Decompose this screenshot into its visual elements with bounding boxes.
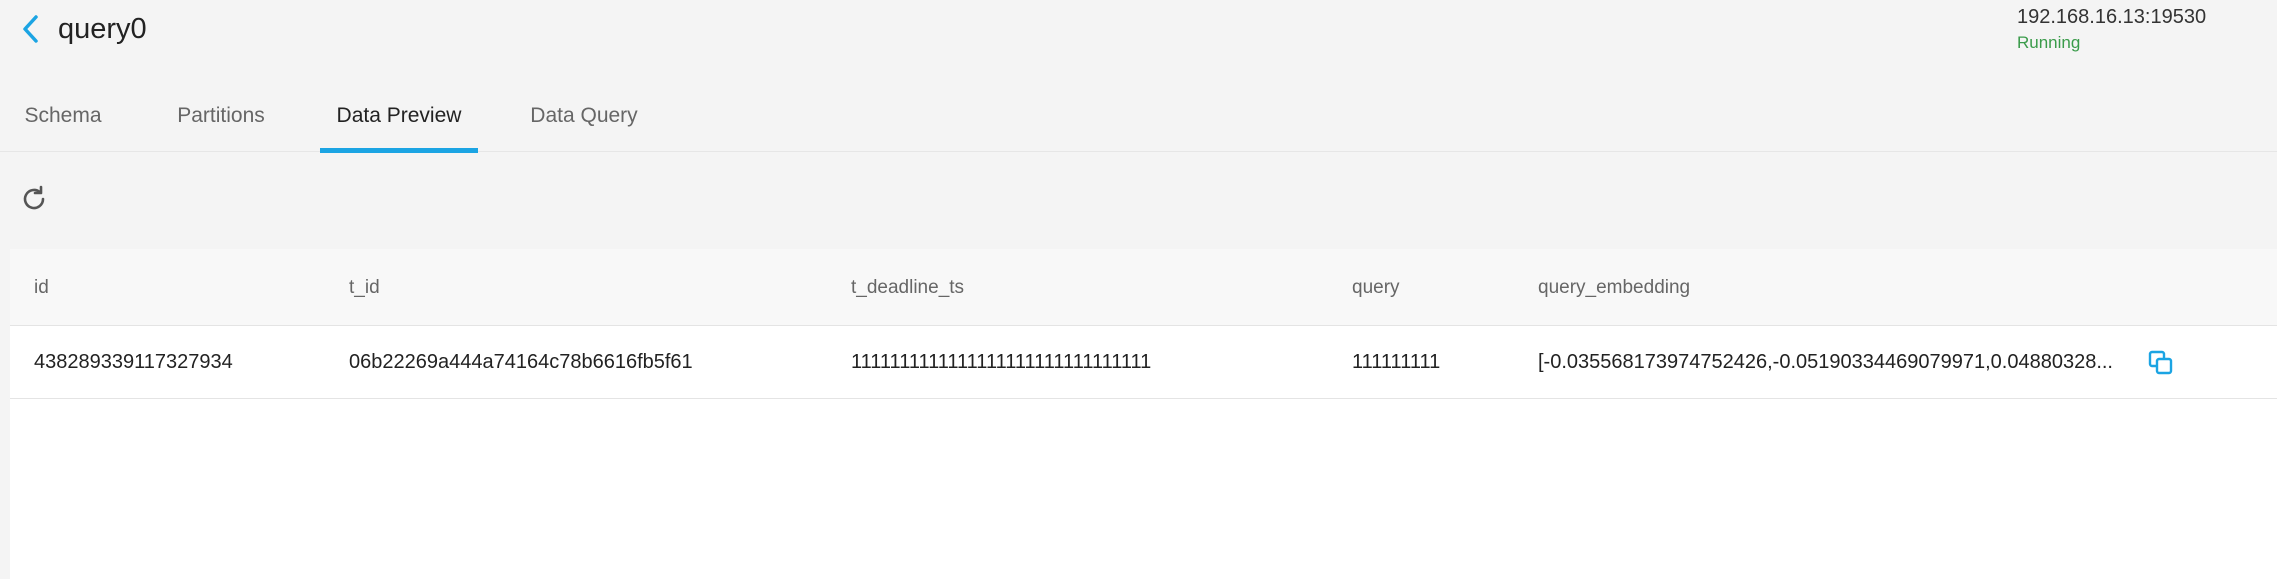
column-header-t-deadline-ts[interactable]: t_deadline_ts xyxy=(851,249,964,326)
server-address: 192.168.16.13:19530 xyxy=(2017,6,2207,28)
back-button[interactable] xyxy=(18,12,44,46)
table-row: 438289339117327934 06b22269a444a74164c78… xyxy=(10,326,2277,399)
page-title: query0 xyxy=(58,13,147,45)
tab-schema[interactable]: Schema xyxy=(18,92,108,152)
copy-button[interactable] xyxy=(2148,350,2174,376)
refresh-button[interactable] xyxy=(18,183,50,215)
tab-bar: Schema Partitions Data Preview Data Quer… xyxy=(0,92,2277,153)
column-header-query-embedding[interactable]: query_embedding xyxy=(1538,249,1690,326)
server-info: 192.168.16.13:19530 Running xyxy=(2017,4,2257,56)
cell-id: 438289339117327934 xyxy=(34,351,233,373)
cell-t-id: 06b22269a444a74164c78b6616fb5f61 xyxy=(349,351,693,373)
toolbar xyxy=(0,153,2277,248)
data-table: id t_id t_deadline_ts query query_embedd… xyxy=(10,249,2277,579)
column-header-id[interactable]: id xyxy=(34,249,49,326)
tab-data-query[interactable]: Data Query xyxy=(526,92,642,152)
column-header-t-id[interactable]: t_id xyxy=(349,249,380,326)
page-header: query0 192.168.16.13:19530 Running xyxy=(0,0,2277,70)
tab-partitions[interactable]: Partitions xyxy=(170,92,272,152)
cell-query-embedding: [-0.035568173974752426,-0.05190334469079… xyxy=(1538,351,2113,373)
chevron-left-icon xyxy=(23,15,38,43)
copy-icon xyxy=(2148,350,2173,375)
column-header-query[interactable]: query xyxy=(1352,249,1400,326)
server-status: Running xyxy=(2017,33,2081,52)
table-header: id t_id t_deadline_ts query query_embedd… xyxy=(10,249,2277,326)
refresh-icon xyxy=(23,185,45,210)
cell-query: 111111111 xyxy=(1352,351,1441,373)
tab-data-preview[interactable]: Data Preview xyxy=(320,92,478,153)
cell-t-deadline-ts: 1111111111111111111111111111111 xyxy=(851,351,1152,373)
